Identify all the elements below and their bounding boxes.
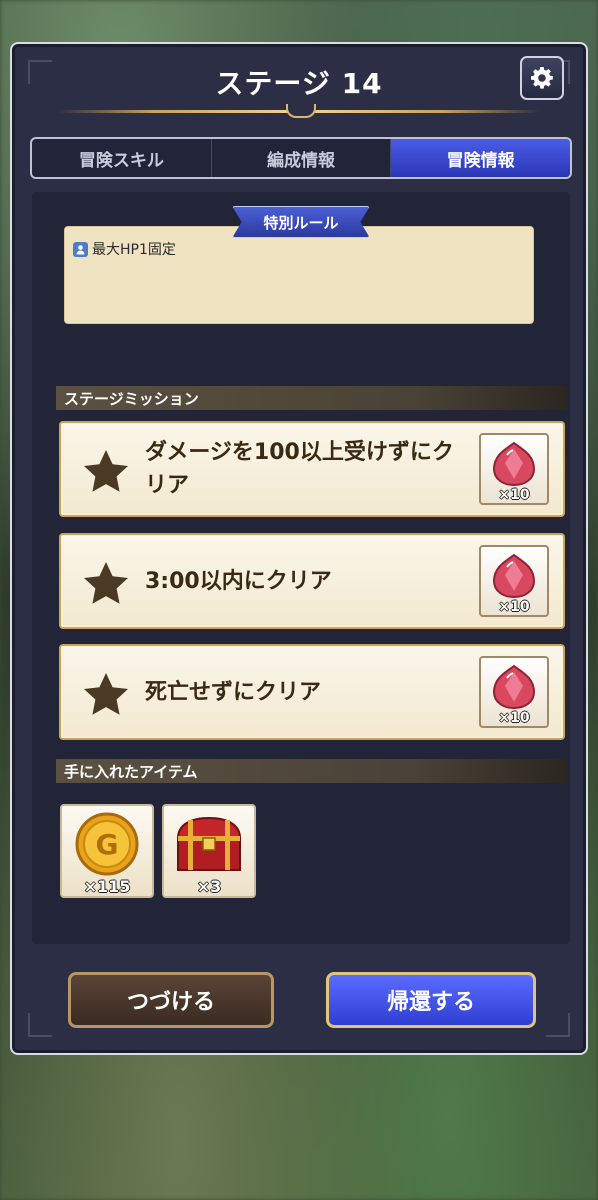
return-button[interactable]: 帰還する bbox=[326, 972, 536, 1028]
obtained-item[interactable]: G ×115 bbox=[60, 804, 154, 898]
gold-coin-icon: G bbox=[75, 812, 139, 876]
mission-card: ダメージを100以上受けずにクリア ×10 bbox=[59, 421, 565, 517]
dialog-title: ステージ 14 bbox=[215, 67, 383, 100]
tab-adventure-info[interactable]: 冒険情報 bbox=[391, 139, 570, 177]
tab-adventure-skill[interactable]: 冒険スキル bbox=[32, 139, 212, 177]
reward-count: ×10 bbox=[498, 599, 530, 615]
item-count: ×115 bbox=[83, 877, 131, 896]
tab-bar: 冒険スキル 編成情報 冒険情報 bbox=[30, 137, 572, 179]
red-gem-icon bbox=[492, 553, 536, 599]
stage-dialog: ステージ 14 冒険スキル 編成情報 冒険情報 最大HP1固定 特別ルール ステ… bbox=[10, 42, 588, 1055]
star-icon bbox=[84, 562, 128, 604]
mission-card: 3:00以内にクリア ×10 bbox=[59, 533, 565, 629]
special-rule-box: 最大HP1固定 bbox=[64, 226, 534, 324]
settings-button[interactable] bbox=[520, 56, 564, 100]
mission-reward[interactable]: ×10 bbox=[479, 433, 549, 505]
item-count: ×3 bbox=[196, 877, 222, 896]
mission-text: 死亡せずにクリア bbox=[145, 679, 322, 705]
special-rule-text: 最大HP1固定 bbox=[92, 242, 176, 258]
tab-formation-info[interactable]: 編成情報 bbox=[212, 139, 392, 177]
mission-reward[interactable]: ×10 bbox=[479, 545, 549, 617]
special-rule-ribbon: 特別ルール bbox=[232, 206, 370, 238]
star-icon bbox=[84, 450, 128, 492]
title-ornament bbox=[286, 104, 316, 118]
treasure-chest-icon bbox=[176, 816, 242, 871]
stage-mission-header: ステージミッション bbox=[56, 386, 568, 410]
reward-count: ×10 bbox=[498, 710, 530, 726]
star-icon bbox=[84, 673, 128, 715]
reward-count: ×10 bbox=[498, 487, 530, 503]
obtained-items-header: 手に入れたアイテム bbox=[56, 759, 568, 783]
red-gem-icon bbox=[492, 441, 536, 487]
svg-text:G: G bbox=[96, 828, 119, 861]
mission-text: 3:00以内にクリア bbox=[145, 568, 332, 594]
gear-icon bbox=[531, 67, 553, 89]
obtained-item[interactable]: ×3 bbox=[162, 804, 256, 898]
mission-reward[interactable]: ×10 bbox=[479, 656, 549, 728]
special-rule-row: 最大HP1固定 bbox=[73, 239, 176, 259]
user-icon bbox=[73, 241, 88, 257]
red-gem-icon bbox=[492, 664, 536, 710]
continue-button[interactable]: つづける bbox=[68, 972, 274, 1028]
adventure-info-content: 最大HP1固定 特別ルール ステージミッション ダメージを100以上受けずにクリ… bbox=[32, 192, 570, 944]
mission-card: 死亡せずにクリア ×10 bbox=[59, 644, 565, 740]
mission-text: ダメージを100以上受けずにクリア bbox=[145, 440, 454, 498]
